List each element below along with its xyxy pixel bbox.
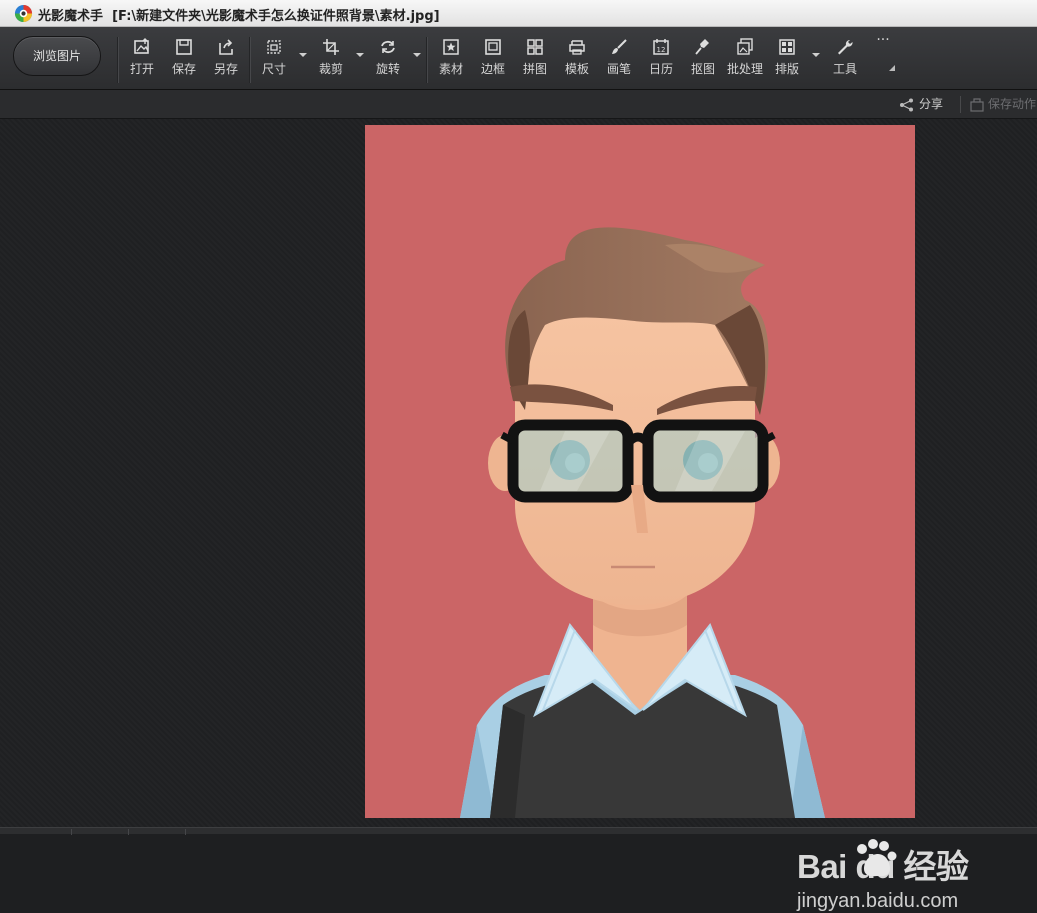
open-image-icon — [134, 38, 149, 54]
wrench-icon — [838, 39, 853, 55]
save-button[interactable]: 保存 — [163, 38, 205, 84]
share-button[interactable]: 分享 — [899, 95, 943, 112]
photo-preview[interactable] — [365, 125, 915, 818]
title-bar: 光影魔术手 [F:\新建文件夹\光影魔术手怎么换证件照背景\素材.jpg] — [0, 0, 1037, 27]
save-action-label: 保存动作 — [988, 97, 1037, 111]
material-button[interactable]: 素材 — [430, 38, 472, 84]
open-label: 打开 — [129, 62, 154, 76]
rotate-label: 旋转 — [375, 62, 400, 76]
image-canvas[interactable]: Bai du 经验 jingyan.baidu.com — [0, 119, 1037, 912]
cutout-button[interactable]: 抠图 — [682, 38, 724, 84]
batch-button[interactable]: 批处理 — [724, 38, 766, 84]
template-icon — [569, 40, 585, 55]
calendar-icon: 12 — [653, 39, 669, 55]
resize-icon — [267, 40, 281, 54]
save-as-button[interactable]: 另存 — [205, 38, 247, 84]
layout-dropdown-icon[interactable] — [812, 53, 820, 57]
template-button[interactable]: 模板 — [556, 38, 598, 84]
secondary-bar: 分享 保存动作 — [0, 90, 1037, 119]
cutout-icon — [695, 39, 709, 55]
batch-label: 批处理 — [726, 62, 763, 76]
rotate-button[interactable]: 旋转 — [367, 38, 409, 84]
status-bar — [0, 827, 1037, 835]
app-name: 光影魔术手 — [38, 9, 104, 24]
crop-icon — [323, 39, 339, 55]
window-title: 光影魔术手 [F:\新建文件夹\光影魔术手怎么换证件照背景\素材.jpg] — [38, 5, 440, 24]
tools-label: 工具 — [832, 62, 857, 76]
watermark-url: jingyan.baidu.com — [797, 890, 959, 912]
resize-button[interactable]: 尺寸 — [253, 38, 295, 84]
layout-icon — [779, 39, 795, 55]
expand-toolbar-icon[interactable] — [889, 65, 895, 71]
batch-icon — [737, 38, 753, 55]
calendar-label: 日历 — [648, 62, 673, 76]
file-path: [F:\新建文件夹\光影魔术手怎么换证件照背景\素材.jpg] — [112, 9, 440, 24]
crop-label: 裁剪 — [318, 62, 343, 76]
layout-button[interactable]: 排版 — [766, 38, 808, 84]
save-as-label: 另存 — [213, 62, 238, 76]
brush-button[interactable]: 画笔 — [598, 38, 640, 84]
status-tab[interactable] — [15, 829, 72, 835]
tools-button[interactable]: 工具 — [824, 38, 866, 84]
border-label: 边框 — [480, 62, 505, 76]
app-logo-icon — [14, 4, 33, 23]
rotate-icon — [381, 40, 395, 54]
status-tab[interactable] — [72, 829, 129, 835]
cutout-label: 抠图 — [690, 62, 715, 76]
more-icon: ··· — [876, 32, 890, 48]
save-action-icon — [970, 97, 984, 112]
browse-images-button[interactable]: 浏览图片 — [13, 36, 101, 76]
calendar-day: 12 — [657, 46, 666, 54]
more-button[interactable]: ··· — [862, 32, 904, 78]
collage-label: 拼图 — [522, 62, 547, 76]
rotate-dropdown-icon[interactable] — [413, 53, 421, 57]
brush-icon — [612, 39, 627, 54]
status-tab[interactable] — [129, 829, 186, 835]
paw-icon — [857, 839, 897, 877]
crop-dropdown-icon[interactable] — [356, 53, 364, 57]
border-button[interactable]: 边框 — [472, 38, 514, 84]
share-icon — [900, 98, 913, 111]
subbar-divider — [960, 96, 961, 113]
collage-icon — [527, 39, 543, 55]
resize-label: 尺寸 — [261, 62, 286, 76]
toolbar-divider — [117, 37, 119, 83]
main-toolbar: 浏览图片 打开 保存 另存 尺寸 裁剪 旋转 素材 边框 拼图 模板 画笔 12… — [0, 27, 1037, 90]
save-icon — [176, 39, 192, 55]
share-label: 分享 — [919, 97, 944, 111]
calendar-button[interactable]: 12 日历 — [640, 38, 682, 84]
brush-label: 画笔 — [606, 62, 631, 76]
layout-label: 排版 — [774, 62, 799, 76]
collage-button[interactable]: 拼图 — [514, 38, 556, 84]
resize-dropdown-icon[interactable] — [299, 53, 307, 57]
save-action-button[interactable]: 保存动作 — [970, 95, 1036, 112]
save-label: 保存 — [171, 62, 196, 76]
save-as-icon — [219, 39, 233, 55]
material-label: 素材 — [438, 62, 463, 76]
toolbar-divider — [426, 37, 428, 83]
material-icon — [443, 39, 459, 55]
toolbar-divider — [249, 37, 251, 83]
template-label: 模板 — [564, 62, 589, 76]
open-button[interactable]: 打开 — [121, 38, 163, 84]
border-icon — [485, 39, 501, 55]
crop-button[interactable]: 裁剪 — [310, 38, 352, 84]
